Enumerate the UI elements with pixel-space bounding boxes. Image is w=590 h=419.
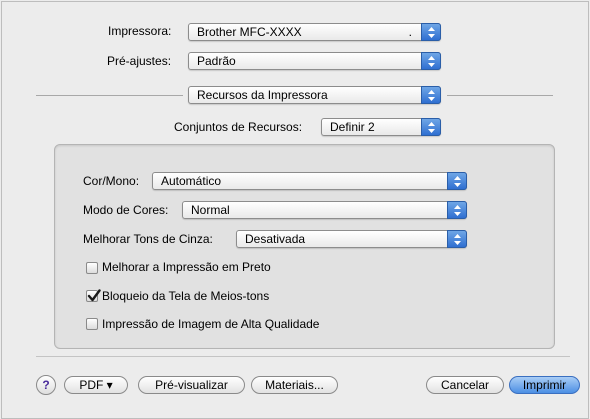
- section-separator-right: [447, 95, 553, 96]
- printer-extra: .: [408, 25, 412, 39]
- printer-label: Impressora:: [108, 24, 172, 38]
- feature-sets-popup[interactable]: Definir 2: [321, 118, 441, 136]
- printer-popup[interactable]: Brother MFC-XXXX .: [188, 23, 441, 41]
- presets-value: Padrão: [197, 54, 236, 68]
- color-mode-value: Normal: [191, 203, 230, 217]
- feature-sets-label: Conjuntos de Recursos:: [174, 120, 303, 134]
- print-button[interactable]: Imprimir: [509, 376, 580, 394]
- enhance-black-checkbox[interactable]: [86, 262, 98, 274]
- footer-separator: [36, 356, 570, 357]
- halftone-lock-checkbox[interactable]: [86, 289, 101, 302]
- popup-arrows-icon: [421, 23, 441, 41]
- popup-arrows-icon: [447, 172, 467, 190]
- color-mode-label: Modo de Cores:: [83, 203, 169, 217]
- section-value: Recursos da Impressora: [197, 88, 328, 102]
- grayscale-value: Desativada: [245, 232, 306, 246]
- popup-arrows-icon: [421, 86, 441, 104]
- grayscale-popup[interactable]: Desativada: [236, 230, 467, 248]
- high-quality-image-label: Impressão de Imagem de Alta Qualidade: [102, 317, 320, 331]
- popup-arrows-icon: [447, 230, 467, 248]
- checkmark-icon: [87, 289, 101, 302]
- popup-arrows-icon: [447, 201, 467, 219]
- presets-popup[interactable]: Padrão: [188, 52, 441, 70]
- preview-button[interactable]: Pré-visualizar: [138, 376, 245, 394]
- pdf-button[interactable]: PDF ▾: [64, 376, 128, 394]
- halftone-lock-label: Bloqueio da Tela de Meios-tons: [102, 289, 270, 303]
- color-mode-popup[interactable]: Normal: [182, 201, 467, 219]
- popup-arrows-icon: [421, 118, 441, 136]
- presets-label: Pré-ajustes:: [107, 54, 172, 68]
- popup-arrows-icon: [421, 52, 441, 70]
- color-mono-value: Automático: [161, 174, 222, 188]
- enhance-black-label: Melhorar a Impressão em Preto: [102, 260, 271, 274]
- supplies-button[interactable]: Materiais...: [251, 376, 338, 394]
- feature-sets-value: Definir 2: [330, 120, 375, 134]
- high-quality-image-checkbox[interactable]: [86, 318, 98, 330]
- grayscale-label: Melhorar Tons de Cinza:: [83, 232, 213, 246]
- section-separator-left: [36, 95, 183, 96]
- printer-value: Brother MFC-XXXX: [197, 25, 302, 39]
- color-mono-label: Cor/Mono:: [83, 174, 140, 188]
- cancel-button[interactable]: Cancelar: [426, 376, 504, 394]
- help-icon[interactable]: ?: [36, 375, 56, 395]
- color-mono-popup[interactable]: Automático: [152, 172, 467, 190]
- section-popup[interactable]: Recursos da Impressora: [188, 86, 441, 104]
